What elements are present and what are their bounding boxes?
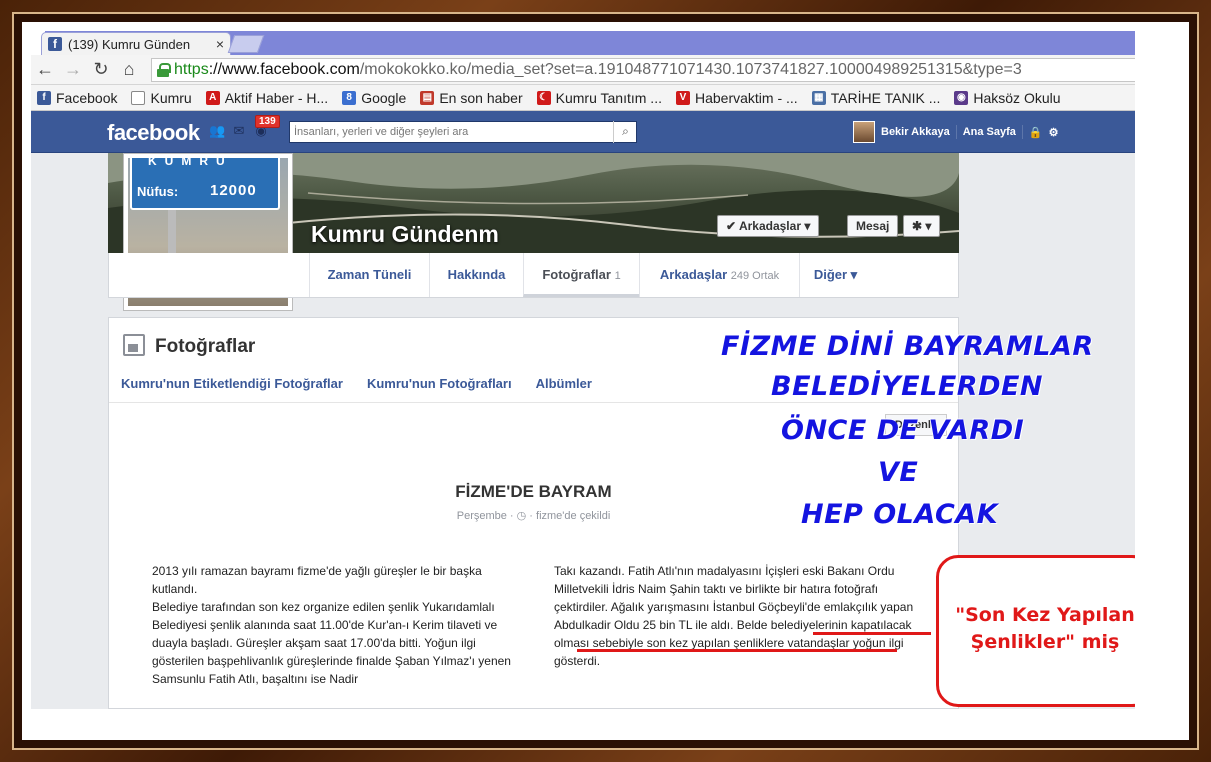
back-icon[interactable]: ←	[31, 59, 59, 80]
tab-about[interactable]: Hakkında	[429, 253, 523, 297]
town-sign: KUMRU Nüfus: 12000	[130, 158, 280, 210]
headline-line: FİZME DİNİ BAYRAMLAR	[721, 331, 1094, 362]
photo-subnav: Kumru'nun Etiketlendiği Fotoğraflar Kumru…	[121, 376, 592, 391]
bookmark-label: Google	[361, 89, 407, 106]
page-icon	[131, 90, 146, 105]
overlay-headline: FİZME DİNİ BAYRAMLAR BELEDİYELERDEN ÖNCE…	[671, 331, 1135, 541]
note-text-left: 2013 yılı ramazan bayramı fizme'de yağlı…	[152, 564, 511, 686]
address-bar[interactable]: https://www.facebook.com/mokokokko.ko/me…	[151, 58, 1135, 82]
gear-icon: ✱	[912, 219, 923, 233]
tab-photos[interactable]: Fotoğraflar 1	[523, 253, 639, 297]
callout-text: "Son Kez Yapılan Şenlikler" miş	[955, 604, 1135, 653]
tab-count: 1	[614, 270, 621, 282]
facebook-favicon-icon: f	[48, 37, 62, 51]
search-icon[interactable]: ⌕	[613, 121, 637, 143]
photo-link[interactable]: Kumru'nun Etiketlendiği Fotoğraflar	[121, 376, 343, 391]
timeline-tabs: Zaman Tüneli Hakkında Fotoğraflar 1 Arkadaş…	[108, 253, 959, 298]
friend-requests-icon[interactable]: 👥	[209, 123, 225, 139]
habervaktim-icon: V	[675, 90, 690, 105]
bookmark-label: Aktif Haber - H...	[224, 89, 329, 106]
bookmarks-bar: f Facebook Kumru A Aktif Haber - H... 8 Google…	[31, 85, 1135, 111]
new-tab-button[interactable]	[227, 35, 265, 53]
facebook-icon: f	[37, 90, 51, 105]
home-link[interactable]: Ana Sayfa	[963, 126, 1016, 138]
tab-title: (139) Kumru Günden	[68, 36, 191, 52]
chevron-down-icon: ▾	[847, 267, 858, 282]
bookmark-item[interactable]: 8 Google	[336, 90, 414, 106]
reload-icon[interactable]: ↻	[87, 59, 115, 80]
callout-bubble: "Son Kez Yapılan Şenlikler" miş	[936, 555, 1135, 707]
haksoz-icon: ◉	[954, 90, 969, 105]
aktif-haber-icon: A	[205, 90, 220, 105]
bookmark-item[interactable]: ▤ En son haber	[414, 90, 530, 106]
browser-tab[interactable]: f (139) Kumru Günden ×	[41, 32, 231, 55]
browser-toolbar: ← → ↻ ⌂ https://www.facebook.com/mokokok…	[31, 55, 1135, 85]
tarihe-tanik-icon: ▦	[811, 90, 826, 105]
tab-bar: f (139) Kumru Günden ×	[31, 31, 1135, 55]
bookmark-item[interactable]: ☾ Kumru Tanıtım ...	[531, 90, 670, 106]
headline-line: ÖNCE DE VARDI	[781, 415, 1025, 446]
privacy-icon[interactable]: 🔒	[1029, 126, 1043, 139]
chevron-down-icon: ▾	[804, 219, 811, 233]
bookmark-item[interactable]: f Facebook	[31, 90, 125, 106]
facebook-header: facebook 👥 ✉ ◉ 139 İnsanları, yerleri ve…	[31, 111, 1135, 153]
search-input[interactable]: İnsanları, yerleri ve diğer şeyleri ara	[289, 121, 637, 143]
tab-timeline[interactable]: Zaman Tüneli	[309, 253, 429, 297]
tab-more[interactable]: Diğer ▾	[799, 253, 871, 297]
bookmark-label: En son haber	[439, 89, 523, 106]
headline-line: HEP OLACAK	[801, 499, 999, 530]
bookmark-item[interactable]: ◉ Haksöz Okulu	[948, 90, 1068, 106]
message-button[interactable]: Mesaj	[847, 215, 899, 237]
news-icon: ▤	[420, 90, 435, 105]
turkey-flag-icon: ☾	[536, 90, 551, 105]
home-icon[interactable]: ⌂	[115, 59, 143, 80]
bookmark-item[interactable]: A Aktif Haber - H...	[200, 90, 336, 106]
more-options-button[interactable]: ✱ ▾	[903, 215, 941, 237]
messages-icon[interactable]: ✉	[231, 123, 247, 139]
highlight-underline	[813, 632, 931, 635]
photo-link[interactable]: Kumru'nun Fotoğrafları	[367, 376, 512, 391]
photo-link[interactable]: Albümler	[536, 376, 592, 391]
note-text-right: Takı kazandı. Fatih Atlı'nın madalyasını…	[554, 564, 914, 668]
bookmark-label: Haksöz Okulu	[973, 89, 1061, 106]
lock-icon	[156, 63, 171, 77]
forward-icon[interactable]: →	[59, 59, 87, 80]
friends-button[interactable]: ✔ Arkadaşlar ▾	[717, 215, 820, 237]
browser-screenshot: f (139) Kumru Günden × ← → ↻ ⌂ https://w…	[31, 31, 1135, 709]
section-title: Fotoğraflar	[155, 336, 256, 357]
bookmark-label: TARİHE TANIK ...	[830, 89, 941, 106]
bookmark-label: Facebook	[56, 89, 118, 106]
photos-icon	[123, 334, 145, 356]
bookmark-item[interactable]: V Habervaktim - ...	[670, 90, 806, 106]
notifications-badge: 139	[255, 115, 280, 128]
bookmark-label: Kumru Tanıtım ...	[555, 89, 662, 106]
bookmark-item[interactable]: Kumru	[125, 90, 199, 106]
avatar[interactable]	[853, 121, 875, 143]
facebook-logo[interactable]: facebook	[107, 120, 200, 146]
tab-friends[interactable]: Arkadaşlar 249 Ortak	[639, 253, 799, 297]
chevron-down-icon: ▾	[925, 219, 932, 233]
bookmark-label: Habervaktim - ...	[694, 89, 798, 106]
tab-count: 249 Ortak	[730, 270, 780, 282]
google-icon: 8	[342, 90, 357, 105]
headline-line: BELEDİYELERDEN	[771, 371, 1044, 402]
user-name-link[interactable]: Bekir Akkaya	[881, 126, 950, 138]
bookmark-item[interactable]: ▦ TARİHE TANIK ...	[806, 90, 949, 106]
page-title[interactable]: Kumru Gündenm	[311, 221, 499, 248]
highlight-underline	[577, 649, 897, 652]
bookmark-label: Kumru	[150, 89, 192, 106]
settings-gear-icon[interactable]: ⚙	[1049, 126, 1059, 139]
headline-line: VE	[878, 457, 919, 488]
